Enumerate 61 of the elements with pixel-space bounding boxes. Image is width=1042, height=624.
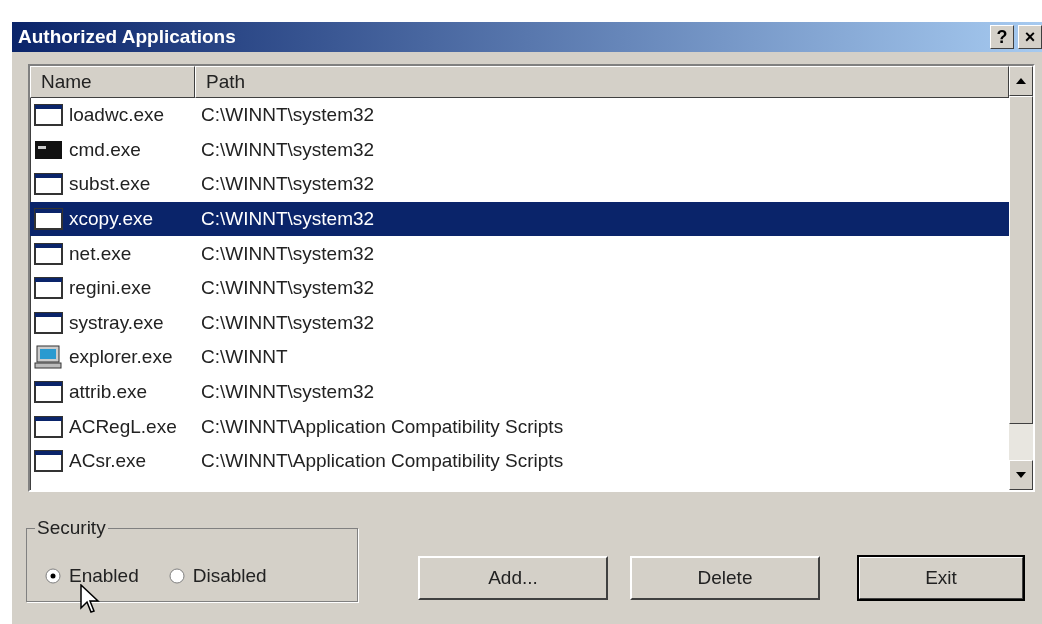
push-button[interactable]: Add... <box>418 556 608 600</box>
window-icon <box>34 207 64 232</box>
window-icon <box>34 380 64 405</box>
list-row[interactable]: subst.exe C:\WINNT\system32 <box>30 167 1009 202</box>
app-name: ACsr.exe <box>68 449 148 474</box>
app-path: C:\WINNT\system32 <box>200 173 375 196</box>
window-icon <box>34 172 64 197</box>
list-row[interactable]: systray.exe C:\WINNT\system32 <box>30 305 1009 341</box>
help-button[interactable]: ? <box>990 25 1014 49</box>
list-row[interactable]: explorer.exe C:\WINNT <box>30 340 1009 375</box>
radio-option[interactable]: Disabled <box>168 565 267 587</box>
app-path: C:\WINNT\Application Compatibility Scripts <box>200 415 564 438</box>
app-path: C:\WINNT\system32 <box>200 208 375 231</box>
scroll-thumb[interactable] <box>1009 96 1033 424</box>
list-row[interactable]: xcopy.exe C:\WINNT\system32 <box>30 201 1009 237</box>
scrollbar[interactable] <box>1009 66 1033 490</box>
column-header[interactable]: Name <box>30 66 195 98</box>
app-name: regini.exe <box>68 276 153 301</box>
window-title: Authorized Applications <box>18 26 237 48</box>
app-path: C:\WINNT <box>200 346 288 369</box>
app-name: explorer.exe <box>68 345 174 370</box>
app-path: C:\WINNT\system32 <box>200 311 375 334</box>
app-name: loadwc.exe <box>68 103 166 128</box>
window-icon <box>34 310 64 335</box>
window-icon <box>34 449 64 474</box>
scroll-down-button[interactable] <box>1009 460 1033 490</box>
computer-icon <box>34 345 64 370</box>
push-button[interactable]: Delete <box>630 556 820 600</box>
app-name: systray.exe <box>68 310 165 335</box>
radio-option[interactable]: Enabled <box>45 565 139 587</box>
app-name: cmd.exe <box>68 137 142 162</box>
column-header[interactable]: Path <box>195 66 1009 98</box>
app-name: ACRegL.exe <box>68 414 178 439</box>
list-row[interactable]: net.exe C:\WINNT\system32 <box>30 236 1009 271</box>
close-button[interactable]: × <box>1018 25 1042 49</box>
window-icon <box>34 414 64 439</box>
list-row[interactable]: loadwc.exe C:\WINNT\system32 <box>30 98 1009 133</box>
app-path: C:\WINNT\system32 <box>200 104 375 127</box>
app-path: C:\WINNT\system32 <box>200 277 375 300</box>
window-icon <box>34 276 64 301</box>
app-path: C:\WINNT\Application Compatibility Scripts <box>200 450 564 473</box>
scroll-up-button[interactable] <box>1009 66 1033 96</box>
window-icon <box>34 241 64 266</box>
up-arrow-icon <box>1016 78 1026 84</box>
list-row[interactable]: regini.exe C:\WINNT\system32 <box>30 270 1009 306</box>
push-button[interactable]: Exit <box>858 556 1024 600</box>
list-row[interactable]: ACsr.exe C:\WINNT\Application Compatibility Scripts <box>30 443 1009 479</box>
app-name: attrib.exe <box>68 380 149 405</box>
app-name: net.exe <box>68 241 133 266</box>
window-icon <box>34 103 64 128</box>
down-arrow-icon <box>1016 472 1026 478</box>
app-name: xcopy.exe <box>68 207 155 232</box>
mouse-pointer-icon <box>80 584 102 616</box>
app-path: C:\WINNT\system32 <box>200 138 375 161</box>
app-path: C:\WINNT\system32 <box>200 381 375 404</box>
list-row[interactable]: ACRegL.exe C:\WINNT\Application Compatibility Scripts <box>30 409 1009 444</box>
application-list[interactable] <box>28 64 1035 492</box>
app-path: C:\WINNT\system32 <box>200 242 375 265</box>
app-name: subst.exe <box>68 172 152 197</box>
list-row[interactable]: cmd.exe C:\WINNT\system32 <box>30 132 1009 168</box>
list-row[interactable]: attrib.exe C:\WINNT\system32 <box>30 374 1009 410</box>
